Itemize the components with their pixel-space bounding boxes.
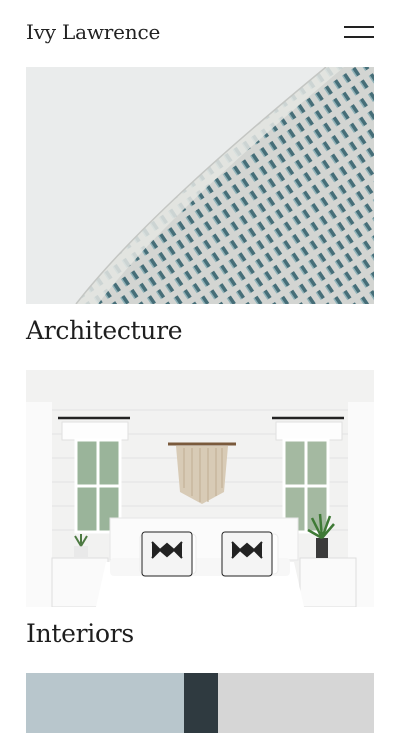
architecture-photo (26, 67, 374, 304)
menu-bar-top (344, 26, 374, 28)
hamburger-menu-icon[interactable] (344, 23, 374, 43)
third-project-photo (26, 673, 374, 733)
menu-bar-bottom (344, 36, 374, 38)
project-card-third[interactable] (26, 673, 374, 733)
interiors-photo (26, 370, 374, 607)
project-title: Architecture (26, 316, 183, 345)
site-header: Ivy Lawrence (26, 0, 374, 66)
project-title: Interiors (26, 619, 134, 648)
project-card-architecture[interactable]: Architecture (26, 67, 374, 345)
site-logo-text[interactable]: Ivy Lawrence (26, 20, 160, 44)
project-card-interiors[interactable]: Interiors (26, 370, 374, 648)
